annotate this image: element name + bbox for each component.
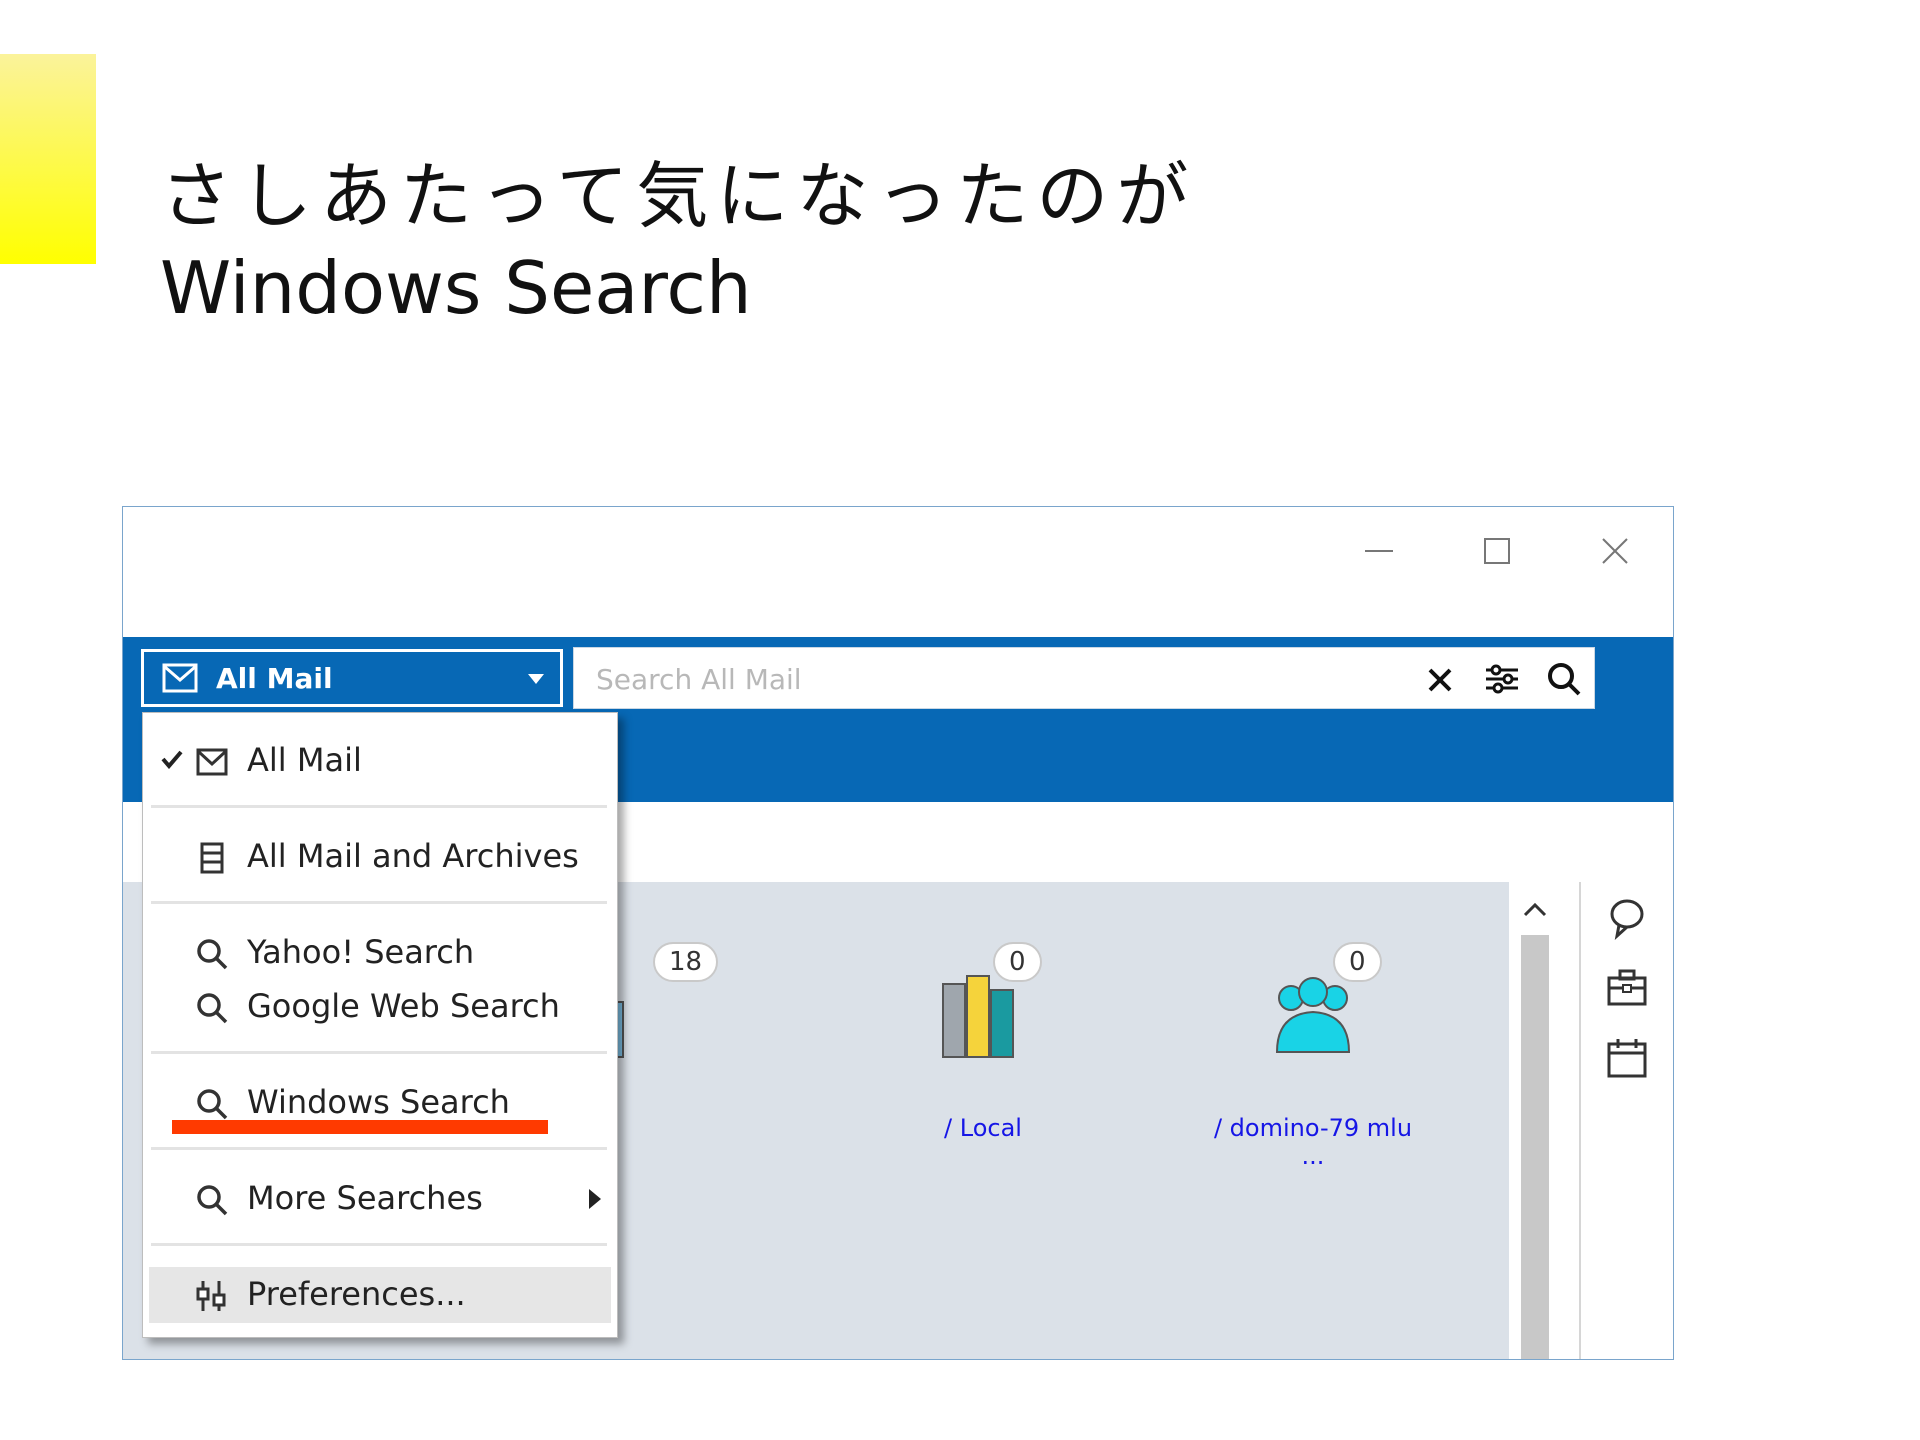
search-icon (1548, 663, 1581, 696)
chat-icon[interactable] (1605, 896, 1649, 940)
menu-separator (151, 805, 607, 808)
toolbox-icon[interactable] (1605, 966, 1649, 1010)
menu-item-preferences[interactable]: Preferences... (149, 1267, 611, 1323)
search-icon (197, 1089, 228, 1120)
search-icon (197, 939, 228, 970)
search-input[interactable] (574, 648, 1418, 710)
menu-item-google-web-search[interactable]: Google Web Search (143, 979, 617, 1035)
menu-item-all-mail-and-archives[interactable]: All Mail and Archives (143, 829, 617, 885)
search-submit-button[interactable] (1544, 660, 1584, 698)
menu-separator (151, 1243, 607, 1246)
mail-icon (196, 748, 228, 776)
clear-icon (1428, 668, 1452, 692)
minimize-button[interactable] (1351, 525, 1407, 575)
calendar-icon[interactable] (1605, 1036, 1649, 1080)
menu-item-label: All Mail and Archives (247, 837, 579, 875)
menu-item-label: Windows Search (247, 1083, 510, 1121)
search-options-icon (1486, 664, 1518, 694)
slide-title-line-1: さしあたって気になったのが (160, 154, 1197, 238)
scroll-up-icon[interactable] (1517, 895, 1553, 925)
menu-separator (151, 1051, 607, 1054)
search-scope-select[interactable]: All Mail (141, 649, 563, 707)
chevron-down-icon (528, 674, 544, 684)
unread-count-badge: 18 (653, 942, 719, 982)
search-box (573, 647, 1595, 710)
mail-icon (162, 663, 198, 693)
minimize-icon (1365, 550, 1393, 552)
people-icon (1275, 977, 1351, 1053)
library-icon (942, 975, 1014, 1058)
menu-item-label: Yahoo! Search (247, 933, 475, 971)
maximize-button[interactable] (1469, 525, 1525, 575)
database-tile[interactable]: 0 / Local (873, 942, 1093, 1172)
chevron-right-icon (589, 1189, 601, 1209)
search-scope-label: All Mail (216, 661, 333, 695)
menu-item-label: All Mail (247, 741, 362, 779)
search-options-button[interactable] (1482, 660, 1522, 698)
search-icon (197, 1185, 228, 1216)
clear-search-button[interactable] (1420, 660, 1460, 698)
scrollbar-thumb[interactable] (1521, 935, 1549, 1359)
menu-separator (151, 1147, 607, 1150)
search-icon (197, 993, 228, 1024)
database-server: / domino-79 mlu ... (1213, 1114, 1413, 1170)
close-button[interactable] (1587, 525, 1643, 575)
maximize-icon (1484, 538, 1510, 564)
close-icon (1602, 538, 1628, 564)
archive-icon (200, 842, 224, 874)
slide-title: さしあたって気になったのが Windows Search (160, 150, 1660, 334)
search-actions (1420, 660, 1584, 698)
preferences-icon (196, 1281, 226, 1311)
menu-item-more-searches[interactable]: More Searches (143, 1171, 617, 1227)
search-scope-menu: All Mail All Mail and Archives Yahoo! Se… (142, 712, 618, 1338)
database-tile[interactable]: 0 / domino-79 mlu ... (1203, 942, 1423, 1172)
menu-item-all-mail[interactable]: All Mail (143, 733, 617, 789)
menu-separator (151, 901, 607, 904)
slide-title-line-2: Windows Search (160, 246, 752, 330)
database-server: / Local (944, 1114, 1022, 1142)
check-icon (161, 750, 183, 769)
menu-item-yahoo-search[interactable]: Yahoo! Search (143, 925, 617, 981)
side-rail (1579, 882, 1673, 1359)
menu-item-label: Preferences... (247, 1275, 466, 1313)
slide-accent-bar (0, 54, 96, 264)
menu-item-label: Google Web Search (247, 987, 560, 1025)
highlight-underline (172, 1120, 548, 1134)
window-controls (1351, 525, 1643, 575)
menu-item-label: More Searches (247, 1179, 483, 1217)
